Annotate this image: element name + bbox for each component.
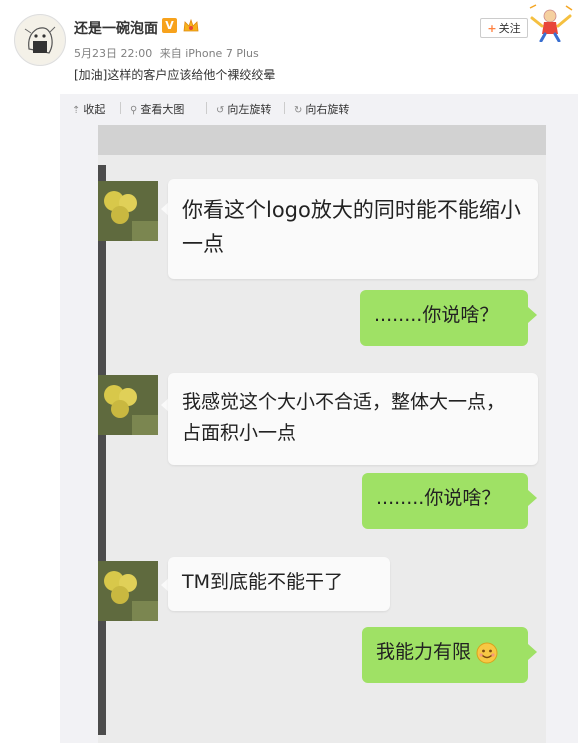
post-meta: 5月23日 22:00 来自 iPhone 7 Plus (74, 45, 263, 61)
outgoing-message-text: 我能力有限 (376, 641, 472, 663)
post-date[interactable]: 5月23日 22:00 (74, 47, 152, 60)
image-toolbar: ⇡ 收起 ⚲ 查看大图 ↺ 向左旋转 ↻ 向右旋转 (60, 94, 578, 122)
view-large-label: 查看大图 (140, 103, 185, 116)
smile-emoji-icon (476, 642, 498, 663)
magnifier-icon: ⚲ (130, 105, 138, 116)
outgoing-message: ........你说啥？ (362, 473, 528, 529)
rotate-right-icon: ↻ (294, 105, 303, 116)
toolbar-divider (120, 102, 121, 114)
chat-screenshot-image[interactable]: 你看这个logo放大的同时能不能缩小一点 ........你说啥？ 我感觉这个大… (98, 125, 546, 743)
plus-icon: + (487, 22, 497, 35)
chat-avatar (98, 181, 158, 241)
chat-avatar (98, 561, 158, 621)
member-crown-icon[interactable] (182, 17, 200, 34)
outgoing-message: ........你说啥？ (360, 290, 528, 346)
post-text: [加油]这样的客户应该给他个裸绞绞晕 (74, 68, 276, 82)
rotate-right-button[interactable]: ↻ 向右旋转 (294, 101, 349, 117)
post-source: 来自 iPhone 7 Plus (159, 47, 259, 60)
outgoing-message: 我能力有限 (362, 627, 528, 683)
bubble-tail (528, 644, 537, 660)
rotate-left-label: 向左旋转 (227, 103, 272, 116)
post-header: 还是一碗泡面 V 5月23日 22:00 来自 iPhone 7 Plus [加… (0, 0, 578, 92)
follow-button[interactable]: + 关注 (480, 18, 528, 38)
collapse-label: 收起 (83, 103, 106, 116)
bubble-tail (528, 490, 537, 506)
rotate-left-icon: ↺ (216, 105, 225, 116)
chat-avatar (98, 375, 158, 435)
bubble-tail (528, 307, 537, 323)
photo-top-bar (98, 125, 546, 155)
avatar-doodle-icon (16, 16, 64, 64)
rotate-left-button[interactable]: ↺ 向左旋转 (216, 101, 271, 117)
incoming-message: 你看这个logo放大的同时能不能缩小一点 (168, 179, 538, 279)
view-large-button[interactable]: ⚲ 查看大图 (130, 101, 184, 117)
collapse-button[interactable]: ⇡ 收起 (72, 101, 105, 117)
collapse-arrow-icon: ⇡ (72, 105, 81, 116)
verified-badge-icon: V (162, 18, 177, 33)
toolbar-divider (284, 102, 285, 114)
username[interactable]: 还是一碗泡面 (74, 18, 158, 38)
user-avatar[interactable] (14, 14, 66, 66)
photo-edge (98, 165, 106, 735)
toolbar-divider (206, 102, 207, 114)
rotate-right-label: 向右旋转 (305, 103, 350, 116)
clover-avatar-icon (98, 561, 158, 621)
mascot-icon (529, 4, 573, 42)
incoming-message: TM到底能不能干了 (168, 557, 390, 611)
clover-avatar-icon (98, 375, 158, 435)
follow-label: 关注 (498, 22, 521, 35)
incoming-message: 我感觉这个大小不合适，整体大一点，占面积小一点 (168, 373, 538, 465)
clover-avatar-icon (98, 181, 158, 241)
